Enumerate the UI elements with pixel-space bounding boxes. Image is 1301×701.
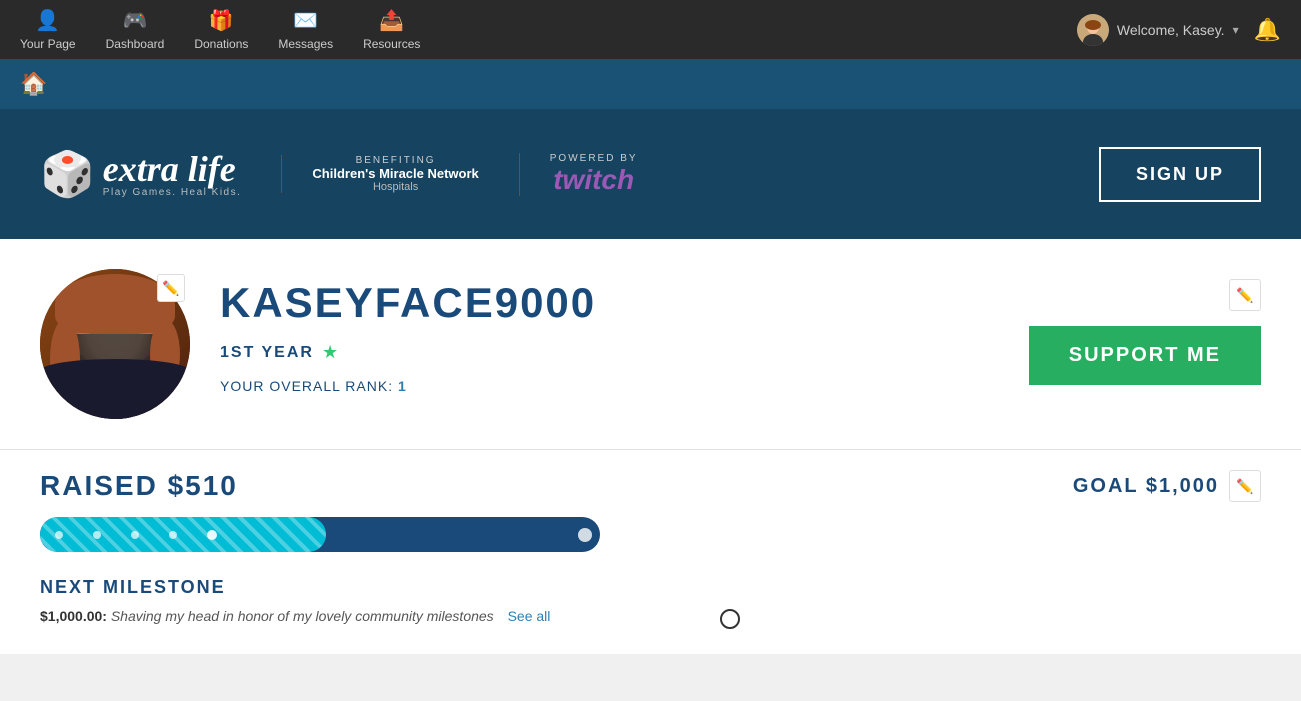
nav-your-page[interactable]: 👤 Your Page [20, 8, 76, 51]
breadcrumb-bar: 🏠 [0, 59, 1301, 109]
nav-resources[interactable]: 📤 Resources [363, 8, 420, 51]
progress-end-dot [578, 528, 592, 542]
avatar [1077, 14, 1109, 46]
nav-donations-label: Donations [194, 37, 248, 51]
profile-section: ✏️ KASEYFACE9000 1ST YEAR ★ YOUR OVERALL… [0, 239, 1301, 449]
see-all-milestones-link[interactable]: See all [508, 608, 551, 624]
progress-dot-1 [55, 531, 63, 539]
user-menu[interactable]: Welcome, Kasey. ▾ [1077, 14, 1239, 46]
milestone-title: NEXT MILESTONE [40, 577, 1261, 598]
extra-life-name: extra life [103, 151, 242, 187]
messages-icon: ✉️ [293, 8, 318, 33]
edit-avatar-button[interactable]: ✏️ [157, 274, 185, 302]
signup-button[interactable]: SIGN UP [1099, 147, 1261, 202]
home-icon[interactable]: 🏠 [20, 71, 47, 97]
brand-header: 🎲 extra life Play Games. Heal Kids. BENE… [0, 109, 1301, 239]
progress-dots [55, 530, 217, 540]
support-me-button[interactable]: SUPPORT ME [1029, 326, 1261, 385]
notifications-icon[interactable]: 🔔 [1254, 17, 1281, 43]
nav-messages-label: Messages [278, 37, 333, 51]
cmn-sub: Hospitals [373, 181, 418, 193]
avatar-container: ✏️ [40, 269, 190, 419]
star-icon: ★ [322, 342, 338, 363]
nav-your-page-label: Your Page [20, 37, 76, 51]
edit-goal-icon: ✏️ [1236, 478, 1253, 495]
progress-dot-3 [131, 531, 139, 539]
logo-text-block: extra life Play Games. Heal Kids. [103, 151, 242, 198]
milestone-section: NEXT MILESTONE $1,000.00: Shaving my hea… [40, 577, 1261, 624]
resources-icon: 📤 [379, 8, 404, 33]
nav-messages[interactable]: ✉️ Messages [278, 8, 333, 51]
goal-text: GOAL $1,000 [1073, 475, 1219, 498]
logo-dice-icon: 🎲 [40, 148, 95, 200]
benefiting-block: BENEFITING Children's Miracle Network Ho… [281, 155, 478, 193]
edit-name-icon: ✏️ [1236, 287, 1253, 304]
your-page-icon: 👤 [35, 8, 60, 33]
dashboard-icon: 🎮 [123, 8, 148, 33]
progress-bar-container [40, 517, 600, 552]
nav-resources-label: Resources [363, 37, 420, 51]
twitch-logo: twitch [553, 164, 634, 196]
user-controls: Welcome, Kasey. ▾ 🔔 [1077, 14, 1281, 46]
progress-fill [40, 517, 326, 552]
rank-label: YOUR OVERALL RANK: [220, 378, 393, 394]
progress-dot-2 [93, 531, 101, 539]
goal-area: GOAL $1,000 ✏️ [1073, 470, 1261, 502]
user-greeting: Welcome, Kasey. [1117, 22, 1225, 38]
progress-dot-5 [207, 530, 217, 540]
progress-dot-4 [169, 531, 177, 539]
year-text: 1ST YEAR [220, 344, 314, 362]
nav-donations[interactable]: 🎁 Donations [194, 8, 248, 51]
edit-name-button[interactable]: ✏️ [1229, 279, 1261, 311]
brand-logos-group: 🎲 extra life Play Games. Heal Kids. BENE… [40, 148, 638, 200]
fundraising-section: RAISED $510 GOAL $1,000 ✏️ NEXT MILESTON… [0, 449, 1301, 654]
top-navigation: 👤 Your Page 🎮 Dashboard 🎁 Donations ✉️ M… [0, 0, 1301, 59]
powered-block: POWERED BY twitch [519, 153, 638, 196]
rank-line: YOUR OVERALL RANK: 1 [220, 378, 999, 394]
rank-value-link[interactable]: 1 [398, 378, 407, 394]
dropdown-arrow-icon: ▾ [1233, 23, 1239, 37]
raised-row: RAISED $510 GOAL $1,000 ✏️ [40, 470, 1261, 502]
extra-life-tagline: Play Games. Heal Kids. [103, 187, 242, 198]
nav-dashboard-label: Dashboard [106, 37, 165, 51]
profile-actions: ✏️ SUPPORT ME [1029, 269, 1261, 385]
cmn-name: Children's Miracle Network [312, 166, 478, 181]
nav-dashboard[interactable]: 🎮 Dashboard [106, 8, 165, 51]
extra-life-logo: 🎲 extra life Play Games. Heal Kids. [40, 148, 241, 200]
edit-avatar-icon: ✏️ [162, 280, 179, 297]
milestone-amount: $1,000.00: [40, 608, 107, 624]
donations-icon: 🎁 [209, 8, 234, 33]
nav-links: 👤 Your Page 🎮 Dashboard 🎁 Donations ✉️ M… [20, 8, 420, 51]
edit-goal-button[interactable]: ✏️ [1229, 470, 1261, 502]
raised-amount: RAISED $510 [40, 470, 238, 502]
benefiting-label: BENEFITING [356, 155, 436, 166]
logo-row: 🎲 extra life Play Games. Heal Kids. [40, 148, 241, 200]
milestone-text: $1,000.00: Shaving my head in honor of m… [40, 608, 1261, 624]
profile-year: 1ST YEAR ★ [220, 342, 999, 363]
milestone-description: Shaving my head in honor of my lovely co… [111, 608, 494, 624]
profile-info: KASEYFACE9000 1ST YEAR ★ YOUR OVERALL RA… [220, 269, 999, 394]
profile-username: KASEYFACE9000 [220, 279, 999, 327]
powered-label: POWERED BY [550, 153, 638, 164]
